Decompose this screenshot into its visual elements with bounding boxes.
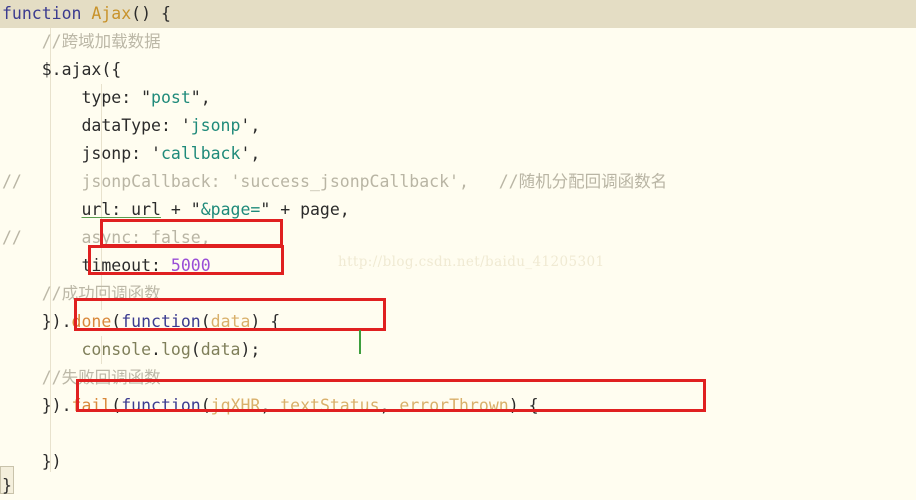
- code-token: jqXHR: [210, 396, 261, 415]
- code-token: url: url: [81, 200, 161, 219]
- code-token: ': [240, 116, 251, 135]
- code-token: (: [111, 312, 122, 331]
- code-token: ,: [250, 144, 261, 163]
- code-token: data: [200, 340, 241, 359]
- code-line[interactable]: timeout: 5000: [2, 252, 211, 280]
- code-token: timeout:: [2, 256, 171, 275]
- code-token: //跨域加载数据: [2, 32, 161, 51]
- code-token: done: [71, 312, 112, 331]
- code-token: log: [160, 340, 191, 359]
- code-token: ) {: [508, 396, 539, 415]
- commented-out-marker: //: [2, 228, 22, 247]
- code-line[interactable]: type: "post",: [2, 84, 211, 112]
- code-editor-canvas[interactable]: http://blog.csdn.net/baidu_41205301 func…: [0, 0, 916, 500]
- code-token: jsonp:: [2, 144, 152, 163]
- code-token: (: [190, 340, 201, 359]
- code-token: ": [141, 88, 152, 107]
- code-token: //成功回调函数: [2, 284, 161, 303]
- code-token: console: [81, 340, 152, 359]
- code-token: async: false,: [21, 228, 211, 247]
- code-line[interactable]: }).done(function(data) {: [2, 308, 280, 336]
- code-token: 5000: [170, 256, 211, 275]
- code-token: () {: [131, 4, 171, 23]
- code-token: (: [200, 396, 211, 415]
- code-token: ': [180, 116, 191, 135]
- code-line[interactable]: }).fail(function(jqXHR, textStatus, erro…: [2, 392, 539, 420]
- commented-out-marker: //: [2, 172, 22, 191]
- code-line[interactable]: }: [2, 472, 12, 500]
- code-token: $.ajax({: [2, 60, 122, 79]
- code-token: function: [2, 4, 82, 23]
- code-token: errorThrown: [399, 396, 509, 415]
- code-token: }): [2, 452, 62, 471]
- code-token: (: [111, 396, 122, 415]
- code-token: type:: [2, 88, 142, 107]
- code-line[interactable]: // async: false,: [2, 224, 211, 252]
- code-line[interactable]: url: url + "&page=" + page,: [2, 196, 350, 224]
- code-token: jsonp: [190, 116, 241, 135]
- code-token: ,: [250, 116, 261, 135]
- code-token: ": [260, 200, 271, 219]
- code-token: post: [151, 88, 191, 107]
- code-token: textStatus: [280, 396, 380, 415]
- code-token: function: [121, 396, 201, 415]
- code-line[interactable]: //成功回调函数: [2, 280, 161, 308]
- code-token: }: [2, 476, 12, 495]
- code-token: (: [200, 312, 211, 331]
- code-line[interactable]: dataType: 'jsonp',: [2, 112, 260, 140]
- code-token: }): [2, 312, 62, 331]
- code-token: .: [61, 312, 72, 331]
- code-line[interactable]: $.ajax({: [2, 56, 121, 84]
- code-token: +: [160, 200, 191, 219]
- code-token: .: [151, 340, 161, 359]
- code-line[interactable]: // jsonpCallback: 'success_jsonpCallback…: [2, 168, 667, 196]
- code-token: );: [240, 340, 261, 359]
- code-token: ": [190, 200, 201, 219]
- code-token: + page,: [270, 200, 350, 219]
- code-line[interactable]: //失败回调函数: [2, 364, 161, 392]
- code-line[interactable]: function Ajax() {: [2, 0, 171, 28]
- code-token: callback: [160, 144, 241, 163]
- code-token: ,: [200, 88, 211, 107]
- code-token: jsonpCallback: 'success_jsonpCallback', …: [21, 172, 668, 191]
- text-caret: [359, 330, 361, 354]
- code-token: fail: [71, 396, 112, 415]
- code-line[interactable]: console.log(data);: [2, 336, 260, 364]
- code-token: &page=: [200, 200, 261, 219]
- code-token: dataType:: [2, 116, 181, 135]
- code-token: ': [240, 144, 251, 163]
- code-token: ': [151, 144, 161, 163]
- code-token: Ajax: [91, 4, 132, 23]
- code-token: ,: [379, 396, 400, 415]
- code-token: }): [2, 396, 62, 415]
- code-token: //失败回调函数: [2, 368, 161, 387]
- code-token: ,: [260, 396, 281, 415]
- code-token: ) {: [250, 312, 281, 331]
- code-token: data: [210, 312, 251, 331]
- code-line[interactable]: jsonp: 'callback',: [2, 140, 260, 168]
- code-token: ": [190, 88, 201, 107]
- code-line[interactable]: //跨域加载数据: [2, 28, 161, 56]
- code-token: .: [61, 396, 72, 415]
- code-token: function: [121, 312, 201, 331]
- blog-url-watermark: http://blog.csdn.net/baidu_41205301: [338, 254, 605, 270]
